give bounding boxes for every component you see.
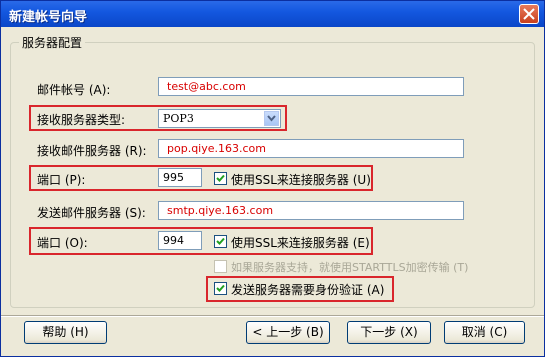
check-icon — [216, 284, 225, 292]
server-type-value: POP3 — [163, 112, 194, 125]
incoming-ssl-checkbox[interactable] — [214, 172, 227, 185]
outgoing-ssl-label: 使用SSL来连接服务器 (E) — [231, 236, 370, 250]
next-button[interactable]: 下一步 (X) — [347, 321, 431, 344]
close-button[interactable] — [519, 4, 539, 24]
outgoing-server-label: 发送邮件服务器 (S): — [37, 206, 146, 220]
window-title: 新建帐号向导 — [9, 10, 88, 25]
starttls-checkbox[interactable] — [214, 260, 227, 273]
dialog-window: 新建帐号向导 服务器配置 邮件帐号 (A): test@abc.com 接收服务… — [0, 0, 545, 357]
incoming-port-input[interactable]: 995 — [158, 168, 202, 187]
account-input[interactable]: test@abc.com — [158, 77, 464, 96]
starttls-label: 如果服务器支持，就使用STARTTLS加密传输 (T) — [231, 261, 469, 274]
check-icon — [216, 237, 225, 245]
account-label: 邮件帐号 (A): — [37, 83, 111, 97]
incoming-server-label: 接收邮件服务器 (R): — [37, 144, 147, 158]
dropdown-button[interactable] — [264, 111, 279, 126]
server-type-label: 接收服务器类型: — [37, 113, 126, 127]
outgoing-server-input[interactable]: smtp.qiye.163.com — [158, 201, 464, 220]
back-button[interactable]: < 上一步 (B) — [246, 321, 330, 344]
title-bar[interactable]: 新建帐号向导 — [1, 1, 544, 27]
help-button[interactable]: 帮助 (H) — [24, 321, 107, 344]
incoming-ssl-label: 使用SSL来连接服务器 (U) — [231, 173, 371, 187]
check-icon — [216, 174, 225, 182]
close-icon — [523, 8, 535, 20]
auth-checkbox[interactable] — [214, 282, 227, 295]
incoming-server-input[interactable]: pop.qiye.163.com — [158, 139, 464, 158]
chevron-down-icon — [267, 115, 276, 122]
auth-label: 发送服务器需要身份验证 (A) — [231, 283, 385, 297]
server-type-select[interactable]: POP3 — [158, 109, 281, 128]
group-label: 服务器配置 — [19, 34, 86, 51]
outgoing-port-input[interactable]: 994 — [158, 231, 202, 250]
outgoing-port-label: 端口 (O): — [37, 236, 88, 250]
incoming-port-label: 端口 (P): — [37, 173, 86, 187]
cancel-button[interactable]: 取消 (C) — [444, 321, 525, 344]
outgoing-ssl-checkbox[interactable] — [214, 235, 227, 248]
footer-separator — [1, 315, 544, 317]
